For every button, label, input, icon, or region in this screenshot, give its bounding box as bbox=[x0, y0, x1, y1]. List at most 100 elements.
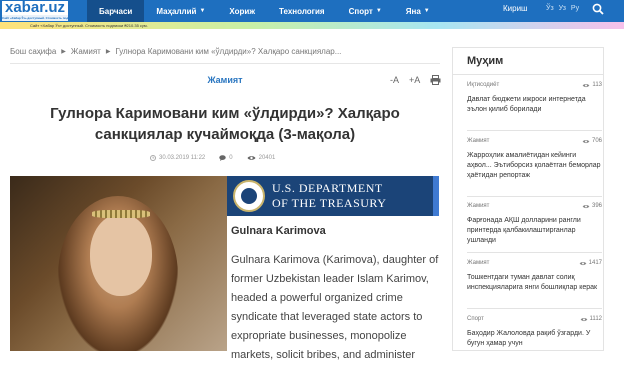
sidebar-news-item[interactable]: Жамият 396 Фарғонада АҚШ долларини рангл… bbox=[467, 203, 602, 246]
views-count: 20401 bbox=[258, 155, 276, 161]
views-count: 1112 bbox=[589, 316, 602, 322]
eye-icon bbox=[582, 204, 590, 208]
ticker-banner[interactable]: Сайт «Хабар Ўз» доступный. Стоимость под… bbox=[0, 22, 624, 29]
site-logo[interactable]: xabar.uz Сайт «Хабар Ўз» доступный. Стоим… bbox=[2, 0, 69, 21]
nav-label: Хориж bbox=[229, 6, 256, 16]
sidebar-news-item[interactable]: Жамият 706 Жарроҳлик амалиётидан кейинги… bbox=[467, 138, 602, 181]
news-views: 113 bbox=[582, 82, 602, 88]
comments-count: 0 bbox=[229, 155, 233, 161]
news-views: 396 bbox=[582, 203, 602, 209]
crumb-home[interactable]: Бош саҳифа bbox=[10, 47, 56, 57]
news-title: Баҳодир Жалоловда рақиб ўзгарди. У бугун… bbox=[467, 330, 591, 347]
comment-icon bbox=[219, 155, 226, 161]
treasury-seal-icon bbox=[233, 180, 265, 212]
sidebar-news-item[interactable]: Спорт 1112 Баҳодир Жалоловда рақиб ўзгар… bbox=[467, 316, 602, 349]
crumb-category[interactable]: Жамият bbox=[71, 47, 101, 57]
chevron-down-icon: ▼ bbox=[199, 8, 206, 14]
item-divider bbox=[467, 308, 602, 309]
lang-uz-cyrillic[interactable]: Уз bbox=[559, 5, 566, 12]
language-switcher: Ўз Уз Ру bbox=[546, 5, 579, 12]
nav-all[interactable]: Барчаси bbox=[87, 0, 145, 22]
treasury-line: Gulnara Karimova (Karimova), daughter of bbox=[231, 254, 439, 266]
font-decrease-button[interactable]: -A bbox=[390, 75, 399, 85]
treasury-line: syndicate that leveraged state actors to bbox=[231, 311, 423, 323]
nav-label: Барчаси bbox=[99, 6, 133, 16]
logo-tagline: Сайт «Хабар Ўз» доступный. Стоимость под… bbox=[2, 15, 69, 21]
lang-uz-latin[interactable]: Ўз bbox=[546, 5, 554, 12]
meta-views: 20401 bbox=[247, 155, 276, 161]
article-photo bbox=[10, 176, 227, 351]
chevron-right-icon: ▶ bbox=[61, 49, 66, 55]
important-sidebar: Муҳим Иқтисодиёт 113 Давлат бюджети ижро… bbox=[452, 47, 604, 351]
treasury-line2: OF THE TREASURY bbox=[272, 196, 387, 210]
crumb-current: Гулнора Каримовани ким «ўлдирди»? Халқар… bbox=[115, 47, 342, 56]
news-title: Фарғонада АҚШ долларини рангли принтерда… bbox=[467, 217, 581, 244]
treasury-excerpt: U.S. DEPARTMENT OF THE TREASURY Gulnara … bbox=[227, 176, 439, 361]
top-navbar: xabar.uz Сайт «Хабар Ўз» доступный. Стоим… bbox=[0, 0, 624, 22]
meta-comments[interactable]: 0 bbox=[219, 155, 233, 161]
article-category[interactable]: Жамият bbox=[180, 75, 270, 85]
chevron-down-icon: ▼ bbox=[423, 8, 430, 14]
ticker-text: Сайт «Хабар Ўз» доступный. Стоимость под… bbox=[30, 23, 148, 28]
treasury-line1: U.S. DEPARTMENT bbox=[272, 181, 383, 195]
nav-label: Маҳаллий bbox=[156, 6, 197, 16]
sidebar-news-item[interactable]: Жамият 1417 Тошкентдаги туман давлат сол… bbox=[467, 260, 602, 293]
sidebar-news-item[interactable]: Иқтисодиёт 113 Давлат бюджети ижроси инт… bbox=[467, 82, 602, 115]
divider bbox=[10, 63, 440, 64]
news-views: 706 bbox=[582, 138, 602, 144]
item-divider bbox=[467, 252, 602, 253]
item-divider bbox=[467, 196, 602, 197]
nav-foreign[interactable]: Хориж bbox=[217, 0, 267, 22]
article-tools: -A +A bbox=[390, 75, 441, 85]
sidebar-divider bbox=[453, 74, 603, 75]
chevron-right-icon: ▶ bbox=[105, 49, 111, 55]
treasury-line: headed a powerful organized crime bbox=[231, 292, 403, 304]
eye-icon bbox=[247, 156, 256, 160]
views-count: 706 bbox=[591, 138, 602, 144]
article-meta: 30.03.2019 11:22 0 20401 bbox=[150, 155, 275, 161]
font-increase-button[interactable]: +A bbox=[409, 75, 420, 85]
treasury-header: U.S. DEPARTMENT OF THE TREASURY bbox=[227, 176, 439, 216]
item-divider bbox=[467, 130, 602, 131]
treasury-line: markets, solicit bribes, and administer bbox=[231, 349, 416, 361]
photo-face bbox=[90, 214, 152, 296]
login-link[interactable]: Кириш bbox=[503, 4, 527, 13]
nav-label: Яна bbox=[405, 6, 421, 16]
eye-icon bbox=[582, 139, 590, 143]
news-title: Жарроҳлик амалиётидан кейинги аҳвол... Э… bbox=[467, 152, 601, 179]
date-text: 30.03.2019 11:22 bbox=[159, 155, 206, 161]
news-title: Давлат бюджети ижроси интернетда эълон қ… bbox=[467, 96, 586, 113]
nav-more[interactable]: Яна ▼ bbox=[394, 0, 442, 22]
views-count: 396 bbox=[591, 203, 602, 209]
sidebar-title: Муҳим bbox=[467, 55, 504, 67]
news-views: 1417 bbox=[579, 260, 602, 266]
treasury-subject-name: Gulnara Karimova bbox=[231, 225, 326, 237]
search-icon[interactable] bbox=[592, 3, 604, 15]
meta-date: 30.03.2019 11:22 bbox=[150, 155, 205, 161]
news-views: 1112 bbox=[580, 316, 602, 322]
treasury-body: Gulnara Karimova (Karimova), daughter of… bbox=[231, 251, 441, 365]
article-title: Гулнора Каримовани ким «ўлдирди»? Халқар… bbox=[50, 105, 400, 143]
breadcrumb: Бош саҳифа ▶ Жамият ▶ Гулнора Каримовани к… bbox=[10, 47, 341, 57]
nav-sport[interactable]: Спорт ▼ bbox=[337, 0, 394, 22]
treasury-line: former Uzbekistan leader Islam Karimov, bbox=[231, 273, 429, 285]
main-nav: Барчаси Маҳаллий ▼ Хориж Технология Спорт… bbox=[87, 0, 442, 22]
lang-ru[interactable]: Ру bbox=[571, 5, 579, 12]
eye-icon bbox=[579, 261, 586, 265]
nav-local[interactable]: Маҳаллий ▼ bbox=[144, 0, 217, 22]
chevron-down-icon: ▼ bbox=[375, 8, 382, 14]
nav-label: Технология bbox=[279, 6, 325, 16]
treasury-line: expropriate businesses, monopolize bbox=[231, 330, 407, 342]
logo-text: xabar.uz bbox=[5, 0, 66, 16]
photo-tiara bbox=[92, 210, 150, 218]
treasury-edge bbox=[433, 176, 439, 216]
views-count: 1417 bbox=[588, 260, 602, 266]
clock-icon bbox=[150, 155, 156, 161]
eye-icon bbox=[580, 317, 587, 321]
nav-label: Спорт bbox=[348, 6, 373, 16]
print-icon[interactable] bbox=[430, 75, 441, 85]
nav-tech[interactable]: Технология bbox=[267, 0, 337, 22]
eye-icon bbox=[583, 83, 590, 87]
views-count: 113 bbox=[592, 82, 602, 88]
news-title: Тошкентдаги туман давлат солиқ инспекция… bbox=[467, 274, 598, 291]
